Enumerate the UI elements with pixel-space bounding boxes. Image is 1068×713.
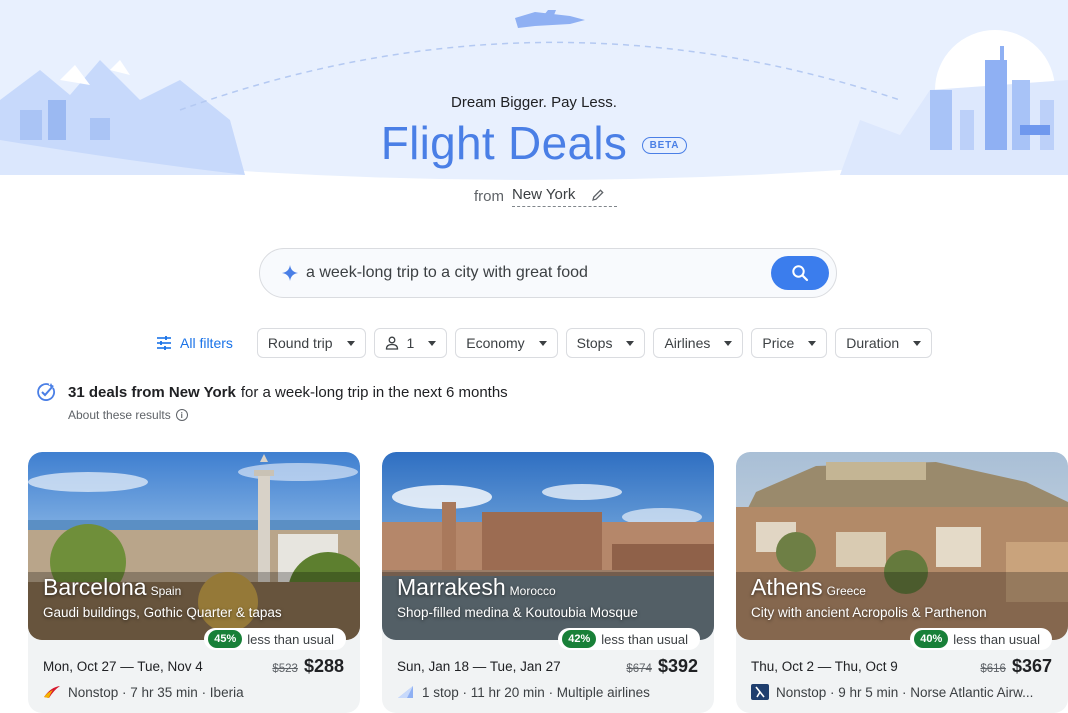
- cabin-class-label: Economy: [466, 335, 525, 351]
- usual-price: $674: [626, 663, 652, 675]
- deal-price: $288: [303, 656, 344, 676]
- trip-dates: Mon, Oct 27 — Tue, Nov 4: [43, 659, 203, 674]
- destination-photo: Barcelona Spain Gaudi buildings, Gothic Q…: [28, 452, 360, 640]
- origin-city[interactable]: New York: [512, 186, 618, 207]
- origin-city-label: New York: [512, 186, 576, 203]
- price-label: Price: [762, 335, 795, 351]
- deal-card-marrakesh[interactable]: Marrakesh Morocco Shop-filled medina & Ko…: [382, 452, 714, 713]
- destination-city: Athens: [751, 574, 823, 600]
- iberia-logo-icon: [44, 686, 60, 698]
- price-block: $523 $288: [272, 656, 344, 677]
- deals-check-icon: [37, 383, 55, 401]
- about-results-link[interactable]: About these results i: [68, 408, 508, 422]
- search-icon: [792, 265, 809, 282]
- discount-badge: 40% less than usual: [910, 628, 1052, 650]
- chevron-down-icon: [346, 340, 355, 346]
- flight-details: Nonstop · 9 hr 5 min · Norse Atlantic Ai…: [776, 684, 1034, 700]
- trip-dates: Thu, Oct 2 — Thu, Oct 9: [751, 659, 898, 674]
- cabin-class-dropdown[interactable]: Economy: [455, 328, 558, 358]
- deals-count: 31 deals from New York: [68, 383, 236, 401]
- edit-pencil-icon[interactable]: [591, 188, 605, 202]
- origin-selector[interactable]: from New York: [474, 186, 618, 207]
- deals-description: for a week-long trip in the next 6 month…: [240, 383, 508, 401]
- info-icon[interactable]: i: [175, 409, 188, 421]
- destination-description: Gaudi buildings, Gothic Quarter & tapas: [43, 605, 282, 620]
- from-label: from: [474, 188, 504, 205]
- search-box[interactable]: a week-long trip to a city with great fo…: [259, 248, 837, 298]
- chevron-down-icon: [428, 340, 437, 346]
- trip-dates: Sun, Jan 18 — Tue, Jan 27: [397, 659, 561, 674]
- flight-details: 1 stop · 11 hr 20 min · Multiple airline…: [422, 684, 650, 700]
- person-icon: [385, 336, 398, 350]
- chevron-down-icon: [626, 340, 635, 346]
- chevron-down-icon: [724, 340, 733, 346]
- deal-price: $367: [1011, 656, 1052, 676]
- price-block: $674 $392: [626, 656, 698, 677]
- filter-sliders-icon: [157, 336, 171, 350]
- filter-bar: All filters Round trip 1 Economy Stops A…: [156, 328, 933, 358]
- destination-city: Marrakesh: [397, 574, 506, 600]
- discount-badge: 45% less than usual: [204, 628, 346, 650]
- beta-badge: BETA: [641, 136, 688, 154]
- discount-label: less than usual: [953, 631, 1040, 647]
- all-filters-button[interactable]: All filters: [156, 335, 233, 351]
- flight-info: Nonstop · 9 hr 5 min · Norse Atlantic Ai…: [751, 684, 1033, 700]
- search-button[interactable]: [771, 256, 829, 290]
- stops-label: Stops: [576, 335, 613, 351]
- destination-country: Morocco: [509, 584, 556, 598]
- destination-photo: Athens Greece City with ancient Acropolis…: [736, 452, 1068, 640]
- discount-percent: 45%: [208, 630, 243, 648]
- discount-badge: 42% less than usual: [558, 628, 700, 650]
- deal-price: $392: [657, 656, 698, 676]
- sparkle-icon: [282, 265, 298, 281]
- chevron-down-icon: [913, 340, 922, 346]
- search-input[interactable]: a week-long trip to a city with great fo…: [306, 264, 836, 282]
- flight-details: Nonstop · 7 hr 35 min · Iberia: [68, 684, 244, 700]
- price-block: $616 $367: [980, 656, 1052, 677]
- airlines-filter[interactable]: Airlines: [653, 328, 744, 358]
- passengers-count: 1: [406, 335, 415, 351]
- price-filter[interactable]: Price: [751, 328, 828, 358]
- discount-percent: 42%: [562, 630, 597, 648]
- usual-price: $616: [980, 663, 1006, 675]
- destination-city: Barcelona: [43, 574, 147, 600]
- chevron-down-icon: [538, 340, 547, 346]
- passengers-dropdown[interactable]: 1: [373, 328, 448, 358]
- destination-country: Spain: [150, 584, 182, 598]
- hero-banner: Dream Bigger. Pay Less. Flight Deals BET…: [0, 0, 1068, 220]
- page-title: Flight Deals: [380, 117, 628, 169]
- destination-country: Greece: [826, 584, 866, 598]
- deal-card-athens[interactable]: Athens Greece City with ancient Acropolis…: [736, 452, 1068, 713]
- norse-logo-icon: [751, 684, 769, 700]
- flight-info: Nonstop · 7 hr 35 min · Iberia: [43, 684, 244, 700]
- discount-label: less than usual: [601, 631, 688, 647]
- trip-type-dropdown[interactable]: Round trip: [256, 328, 366, 358]
- duration-label: Duration: [846, 335, 900, 351]
- flight-info: 1 stop · 11 hr 20 min · Multiple airline…: [397, 684, 650, 700]
- hero-tagline: Dream Bigger. Pay Less.: [451, 94, 617, 111]
- results-summary: 31 deals from New York for a week-long t…: [36, 382, 508, 422]
- about-results-label: About these results: [68, 408, 171, 422]
- chevron-down-icon: [808, 340, 817, 346]
- discount-label: less than usual: [247, 631, 334, 647]
- destination-photo: Marrakesh Morocco Shop-filled medina & Ko…: [382, 452, 714, 640]
- deal-card-barcelona[interactable]: Barcelona Spain Gaudi buildings, Gothic Q…: [28, 452, 360, 713]
- airlines-label: Airlines: [664, 335, 711, 351]
- all-filters-label: All filters: [180, 335, 233, 351]
- destination-description: City with ancient Acropolis & Parthenon: [751, 605, 987, 620]
- duration-filter[interactable]: Duration: [835, 328, 933, 358]
- discount-percent: 40%: [914, 630, 949, 648]
- destination-description: Shop-filled medina & Koutoubia Mosque: [397, 605, 638, 620]
- stops-filter[interactable]: Stops: [565, 328, 646, 358]
- usual-price: $523: [272, 663, 298, 675]
- multiple-airlines-icon: [398, 686, 413, 698]
- trip-type-label: Round trip: [267, 335, 333, 351]
